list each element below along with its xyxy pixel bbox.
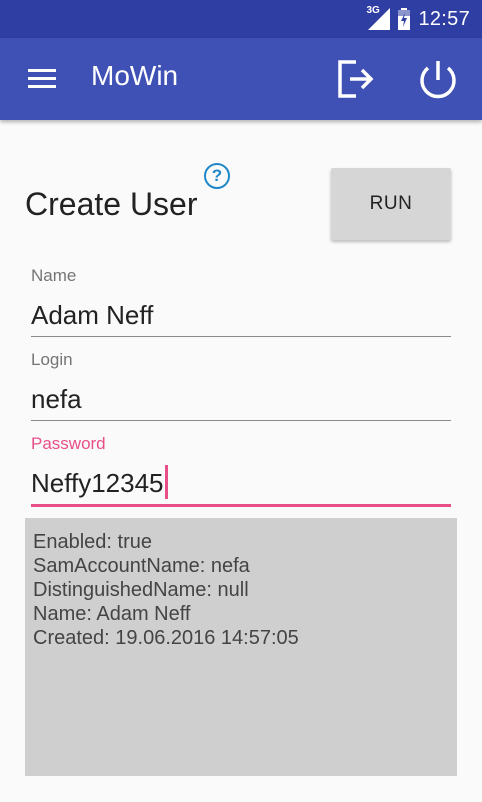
signal-strength-icon (368, 8, 391, 30)
output-line: Name: Adam Neff (33, 603, 191, 625)
output-line: DistinguishedName: null (33, 579, 249, 601)
text-caret (164, 465, 168, 499)
output-panel: Enabled: true SamAccountName: nefa Disti… (25, 518, 457, 776)
password-field[interactable]: Neffy12345 (31, 465, 451, 501)
menu-icon (28, 69, 56, 72)
battery-icon (398, 8, 411, 30)
name-underline (31, 336, 451, 337)
output-line: SamAccountName: nefa (33, 555, 250, 577)
page-title: Create User (25, 186, 198, 222)
clock: 12:57 (418, 7, 470, 30)
logout-icon[interactable] (334, 58, 376, 100)
password-value: Neffy12345 (31, 468, 164, 498)
app-title: MoWin (91, 60, 179, 91)
output-line: Enabled: true (33, 531, 152, 553)
power-icon[interactable] (416, 58, 460, 102)
password-underline (31, 504, 451, 507)
cell-signal-icon: 3G (366, 5, 391, 30)
main-content: Create User ? RUN Name Adam Neff Login n… (0, 120, 482, 802)
password-label: Password (31, 434, 106, 453)
app-bar: MoWin (0, 38, 482, 120)
menu-button[interactable] (24, 64, 60, 94)
name-field[interactable]: Adam Neff (31, 297, 451, 333)
status-indicators: 3G 12:57 (366, 0, 470, 38)
help-icon[interactable]: ? (204, 163, 230, 189)
status-bar: 3G 12:57 (0, 0, 482, 38)
login-field[interactable]: nefa (31, 381, 451, 417)
login-underline (31, 420, 451, 421)
run-button[interactable]: RUN (331, 168, 451, 240)
output-line: Created: 19.06.2016 14:57:05 (33, 627, 299, 649)
name-label: Name (31, 266, 77, 285)
login-label: Login (31, 350, 73, 369)
